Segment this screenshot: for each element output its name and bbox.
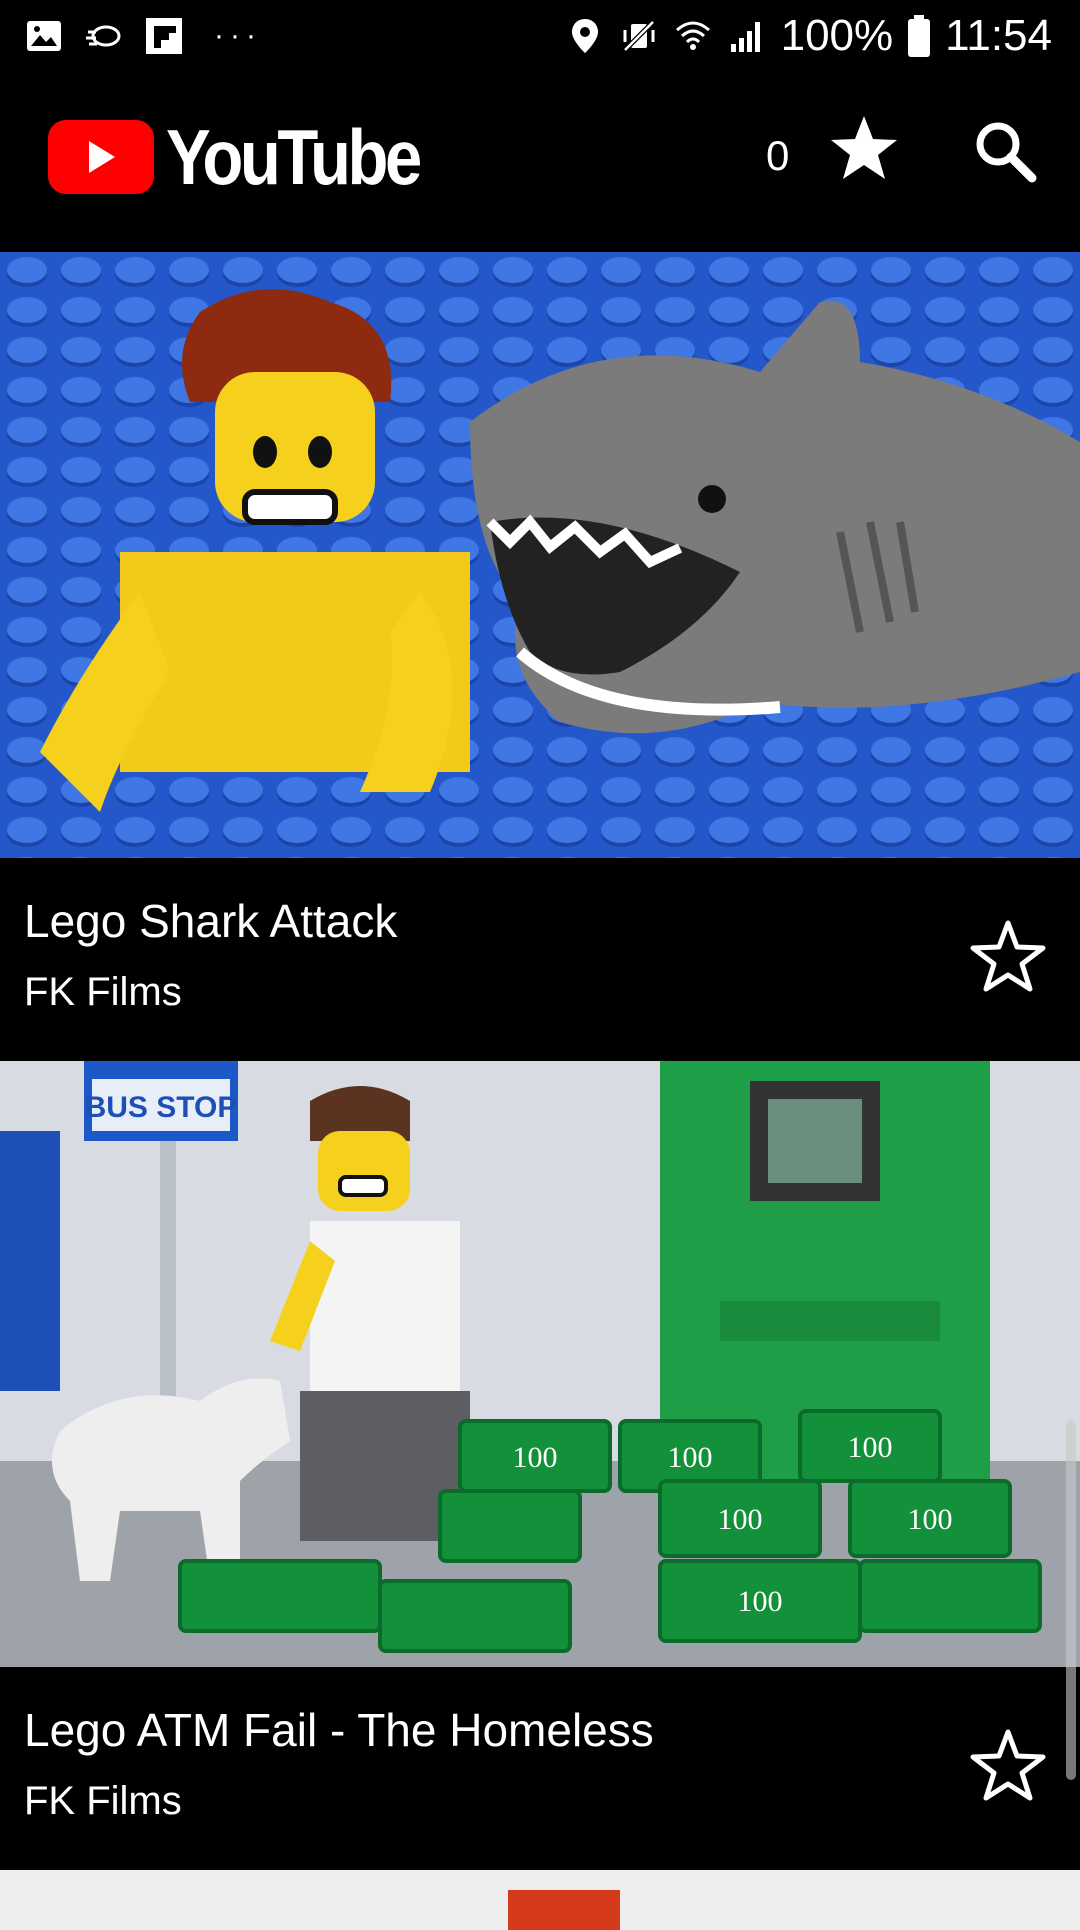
next-video-thumbnail[interactable] (0, 1870, 1080, 1930)
signal-icon (730, 22, 760, 52)
clock: 11:54 (945, 11, 1052, 60)
battery-percent: 100% (780, 11, 894, 60)
brand-name: YouTube (166, 113, 422, 201)
sync-icon (86, 25, 121, 47)
video-card[interactable]: BUS STOP 100 100 100 100 100 100 Lego AT… (0, 1061, 1080, 1870)
channel-name: FK Films (24, 1779, 182, 1823)
favorite-star-outline-icon[interactable] (970, 918, 1046, 994)
youtube-logo: YouTube (48, 118, 460, 196)
vibrate-mute-icon (622, 20, 655, 52)
location-icon (571, 19, 598, 53)
banknote-label: 100 (718, 1503, 763, 1536)
status-bar: ··· 100% 11:54 (0, 0, 1080, 72)
video-meta: Lego Shark Attack FK Films (0, 858, 1080, 1061)
video-thumbnail[interactable]: BUS STOP 100 100 100 100 100 100 (0, 1061, 1080, 1667)
flipboard-icon (146, 18, 182, 54)
banknote-label: 100 (848, 1431, 893, 1464)
channel-name: FK Films (24, 970, 182, 1014)
video-title[interactable]: Lego Shark Attack (24, 894, 397, 948)
video-card[interactable]: Lego Shark Attack FK Films (0, 252, 1080, 1061)
scrollbar[interactable] (1066, 1420, 1076, 1780)
banknote-label: 100 (513, 1441, 558, 1474)
thumbnail-fragment (508, 1890, 620, 1930)
bus-stop-sign: BUS STOP (85, 1091, 238, 1124)
video-thumbnail[interactable] (0, 252, 1080, 858)
play-logo-icon (48, 120, 154, 194)
gallery-icon (27, 21, 61, 51)
video-meta: Lego ATM Fail - The Homeless FK Films (0, 1667, 1080, 1870)
video-feed[interactable]: Lego Shark Attack FK Films BUS STOP 100 … (0, 252, 1080, 1930)
battery-icon (908, 15, 931, 57)
favorites-count: 0 (766, 132, 790, 179)
banknote-label: 100 (908, 1503, 953, 1536)
favorite-star-outline-icon[interactable] (970, 1727, 1046, 1803)
banknote-label: 100 (738, 1585, 783, 1618)
app-header: YouTube 0 (0, 72, 1080, 252)
more-notifications-icon: ··· (214, 19, 262, 52)
search-icon[interactable] (972, 118, 1038, 184)
video-title[interactable]: Lego ATM Fail - The Homeless (24, 1703, 654, 1757)
wifi-icon (675, 21, 710, 50)
favorites-star-icon[interactable] (828, 112, 900, 184)
banknote-label: 100 (668, 1441, 713, 1474)
